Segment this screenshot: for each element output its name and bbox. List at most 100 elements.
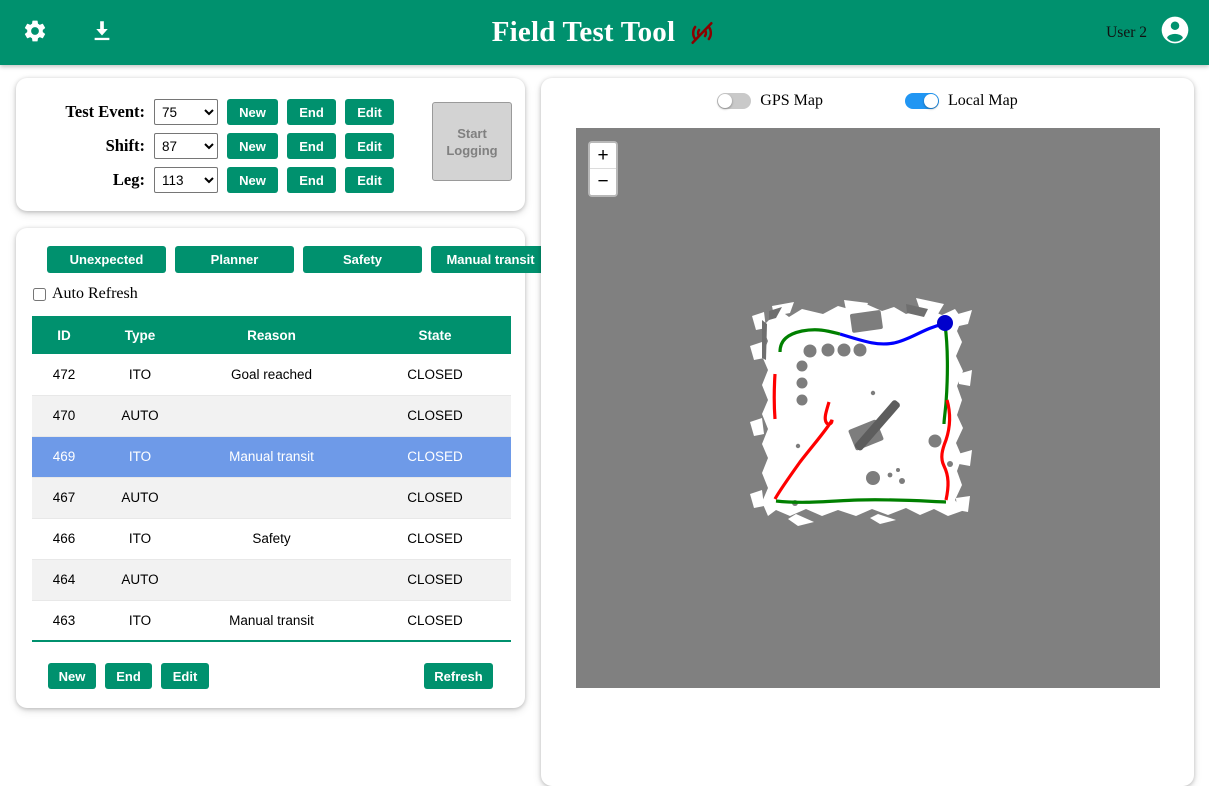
robot-marker <box>937 315 953 331</box>
occupancy-grid-layer <box>750 298 972 526</box>
cell-state: CLOSED <box>359 518 511 560</box>
download-icon <box>89 18 115 47</box>
cell-state: CLOSED <box>359 436 511 478</box>
events-footer: New End Edit Refresh <box>48 663 493 689</box>
shift-label: Shift: <box>105 136 145 155</box>
reason-tab-safety[interactable]: Safety <box>303 246 422 273</box>
leg-label: Leg: <box>112 170 145 189</box>
start-logging-button[interactable]: Start Logging <box>432 102 512 181</box>
shift-end-button[interactable]: End <box>287 133 336 159</box>
cell-reason: Safety <box>184 518 359 560</box>
cell-type: ITO <box>96 600 184 642</box>
table-row[interactable]: 470 AUTO CLOSED <box>32 395 511 437</box>
cell-id: 472 <box>32 354 96 396</box>
cell-type: ITO <box>96 436 184 478</box>
settings-button[interactable] <box>18 16 52 50</box>
cell-state: CLOSED <box>359 600 511 642</box>
leg-end-button[interactable]: End <box>287 167 336 193</box>
shift-select[interactable]: 87 <box>154 133 218 159</box>
events-table: ID Type Reason State 472 ITO Goal reache… <box>32 316 511 642</box>
cell-id: 466 <box>32 518 96 560</box>
session-row-shift: Shift: 87 New End Edit <box>46 129 394 163</box>
table-row[interactable]: 463 ITO Manual transit CLOSED <box>32 600 511 642</box>
map-viewport[interactable]: + − <box>576 128 1160 688</box>
column-header-id[interactable]: ID <box>32 316 96 354</box>
reason-tab-manual-transit[interactable]: Manual transit <box>431 246 550 273</box>
app-title-area: Field Test Tool <box>0 16 1209 49</box>
test-event-label: Test Event: <box>65 102 145 121</box>
map-toggles: GPS Map Local Map <box>541 92 1194 110</box>
zoom-out-button[interactable]: − <box>590 169 616 195</box>
cell-id: 467 <box>32 477 96 519</box>
cell-type: ITO <box>96 354 184 396</box>
cell-reason: Manual transit <box>184 436 359 478</box>
cell-id: 463 <box>32 600 96 642</box>
event-refresh-button[interactable]: Refresh <box>424 663 493 689</box>
gear-icon <box>22 18 48 47</box>
test-event-new-button[interactable]: New <box>227 99 278 125</box>
cell-id: 464 <box>32 559 96 601</box>
page-body: Test Event: 75 New End Edit Shift: 87 Ne… <box>0 65 1209 786</box>
reason-tabs: Unexpected Planner Safety Manual transit <box>47 246 550 273</box>
cell-id: 469 <box>32 436 96 478</box>
app-header: Field Test Tool User 2 <box>0 0 1209 65</box>
test-event-edit-button[interactable]: Edit <box>345 99 394 125</box>
events-table-head: ID Type Reason State <box>32 316 511 354</box>
table-row[interactable]: 464 AUTO CLOSED <box>32 559 511 601</box>
cell-state: CLOSED <box>359 477 511 519</box>
column-header-type[interactable]: Type <box>96 316 184 354</box>
session-row-leg: Leg: 113 New End Edit <box>46 163 394 197</box>
gps-map-toggle[interactable] <box>717 93 752 109</box>
toggle-knob-icon <box>923 94 938 108</box>
leg-select[interactable]: 113 <box>154 167 218 193</box>
shift-new-button[interactable]: New <box>227 133 278 159</box>
cell-reason <box>184 395 359 437</box>
leg-new-button[interactable]: New <box>227 167 278 193</box>
column-header-state[interactable]: State <box>359 316 511 354</box>
user-name-label: User 2 <box>1106 23 1147 41</box>
events-card: Unexpected Planner Safety Manual transit… <box>16 228 550 708</box>
session-row-test-event: Test Event: 75 New End Edit <box>46 95 394 129</box>
user-area[interactable]: User 2 <box>1106 14 1191 51</box>
cell-type: ITO <box>96 518 184 560</box>
auto-refresh-label: Auto Refresh <box>52 285 138 302</box>
cell-type: AUTO <box>96 395 184 437</box>
cell-reason: Manual transit <box>184 600 359 642</box>
gps-map-label: GPS Map <box>760 92 823 109</box>
map-card: GPS Map Local Map + − <box>541 78 1194 786</box>
test-event-select[interactable]: 75 <box>154 99 218 125</box>
zoom-in-button[interactable]: + <box>590 143 616 169</box>
cell-state: CLOSED <box>359 559 511 601</box>
event-new-button[interactable]: New <box>48 663 96 689</box>
shift-edit-button[interactable]: Edit <box>345 133 394 159</box>
reason-tab-planner[interactable]: Planner <box>175 246 294 273</box>
cell-reason: Goal reached <box>184 354 359 396</box>
page-title: Field Test Tool <box>491 16 676 48</box>
table-row[interactable]: 472 ITO Goal reached CLOSED <box>32 354 511 396</box>
account-circle-icon[interactable] <box>1159 14 1191 51</box>
cell-type: AUTO <box>96 559 184 601</box>
download-button[interactable] <box>85 16 119 50</box>
leg-edit-button[interactable]: Edit <box>345 167 394 193</box>
event-end-button[interactable]: End <box>105 663 152 689</box>
cell-reason <box>184 477 359 519</box>
map-zoom-controls: + − <box>588 141 618 197</box>
cell-id: 470 <box>32 395 96 437</box>
table-row[interactable]: 466 ITO Safety CLOSED <box>32 518 511 560</box>
test-event-end-button[interactable]: End <box>287 99 336 125</box>
column-header-reason[interactable]: Reason <box>184 316 359 354</box>
table-row[interactable]: 467 AUTO CLOSED <box>32 477 511 519</box>
reason-tab-unexpected[interactable]: Unexpected <box>47 246 166 273</box>
events-table-body: 472 ITO Goal reached CLOSED 470 AUTO CLO… <box>32 354 511 642</box>
table-row-selected[interactable]: 469 ITO Manual transit CLOSED <box>32 436 511 478</box>
wifi-off-icon[interactable] <box>687 18 717 48</box>
local-map-canvas <box>750 298 972 526</box>
toggle-knob-icon <box>718 94 733 108</box>
local-map-toggle[interactable] <box>904 93 939 109</box>
cell-state: CLOSED <box>359 354 511 396</box>
auto-refresh-checkbox[interactable] <box>33 287 46 301</box>
session-rows: Test Event: 75 New End Edit Shift: 87 Ne… <box>46 95 394 197</box>
gps-map-toggle-group: GPS Map <box>717 92 823 110</box>
events-table-header-row: ID Type Reason State <box>32 316 511 354</box>
event-edit-button[interactable]: Edit <box>161 663 209 689</box>
